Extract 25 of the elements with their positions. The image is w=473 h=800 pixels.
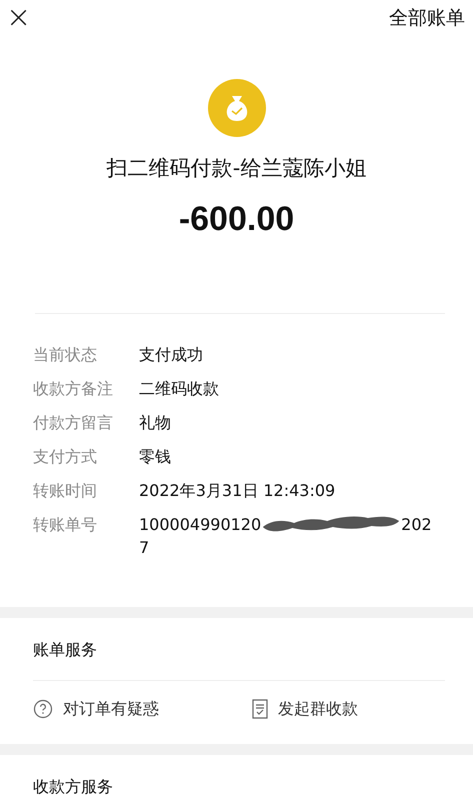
detail-value: 202	[401, 515, 432, 534]
detail-value: 支付成功	[139, 344, 204, 366]
detail-label: 转账时间	[33, 480, 98, 502]
section-title: 账单服务	[32, 638, 98, 661]
payment-title: 扫二维码付款-给兰蔻陈小姐	[106, 155, 366, 182]
detail-value: 零钱	[139, 446, 172, 468]
detail-value: 礼物	[139, 412, 172, 434]
detail-value: 2022年3月31日 12:43:09	[139, 480, 336, 502]
receipt-icon	[252, 699, 268, 720]
detail-label: 当前状态	[33, 344, 98, 366]
service-action[interactable]: 对订单有疑惑	[33, 698, 252, 720]
detail-value: 7	[139, 536, 150, 559]
service-action[interactable]: 发起群收款	[252, 698, 471, 720]
payment-amount: -600.00	[178, 200, 294, 239]
detail-label: 付款方留言	[33, 412, 114, 434]
close-button[interactable]: ×	[6, 3, 32, 33]
detail-value: 100004990120	[139, 515, 262, 534]
detail-label: 转账单号	[33, 514, 98, 536]
detail-label: 收款方备注	[33, 378, 114, 400]
section-title: 收款方服务	[32, 776, 114, 798]
help-icon	[33, 699, 53, 720]
detail-label: 支付方式	[33, 446, 98, 468]
detail-value: 二维码收款	[139, 378, 220, 400]
money-bag-icon	[206, 78, 266, 138]
all-bills-link[interactable]: 全部账单	[389, 5, 465, 31]
